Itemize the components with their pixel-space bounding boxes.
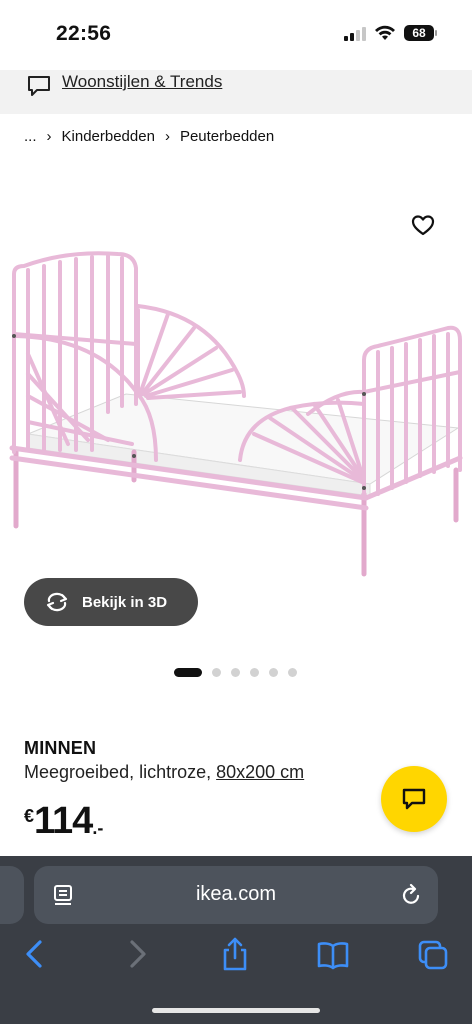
heart-icon[interactable]	[410, 212, 436, 238]
gallery-dot[interactable]	[288, 668, 297, 677]
view-in-3d-button[interactable]: Bekijk in 3D	[24, 578, 198, 626]
breadcrumb-item-kinderbedden[interactable]: Kinderbedden	[62, 128, 155, 145]
status-time: 22:56	[56, 22, 112, 45]
price-currency: €	[24, 806, 35, 826]
price-decimals: .-	[92, 818, 104, 838]
breadcrumb-separator: ›	[46, 128, 52, 145]
chat-icon	[402, 788, 426, 810]
wifi-icon	[375, 25, 395, 40]
breadcrumb-ellipsis[interactable]: ...	[24, 128, 37, 145]
back-icon[interactable]	[18, 936, 52, 972]
forward-icon[interactable]	[120, 936, 154, 972]
gallery-dot[interactable]	[269, 668, 278, 677]
chat-bubble-icon	[28, 76, 50, 96]
gallery-dot[interactable]	[174, 668, 202, 677]
share-icon[interactable]	[218, 936, 252, 972]
bookmarks-icon[interactable]	[316, 936, 350, 972]
price-amount: 114	[34, 800, 93, 842]
status-icons: 68	[344, 25, 437, 41]
product-size-link[interactable]: 80x200 cm	[216, 762, 304, 782]
previous-tab[interactable]	[0, 866, 24, 924]
browser-toolbar	[0, 936, 472, 980]
cellular-signal-icon	[344, 25, 366, 41]
breadcrumb-separator: ›	[164, 128, 170, 145]
battery-icon: 68	[404, 25, 437, 41]
url-text: ikea.com	[195, 883, 277, 905]
gallery-dot[interactable]	[231, 668, 240, 677]
inspiration-banner[interactable]: Woonstijlen & Trends	[0, 70, 472, 114]
reload-icon[interactable]	[400, 883, 422, 907]
product-image[interactable]	[8, 244, 466, 584]
view-in-3d-label: Bekijk in 3D	[82, 593, 168, 611]
status-bar: 22:56 68	[0, 0, 472, 70]
product-description: Meegroeibed, lichtroze, 80x200 cm	[24, 762, 304, 783]
rotate-3d-icon	[46, 592, 68, 612]
inspiration-link[interactable]: Woonstijlen & Trends	[62, 72, 222, 92]
gallery-dot[interactable]	[250, 668, 259, 677]
browser-chrome: ikea.com	[0, 856, 472, 1024]
tabs-icon[interactable]	[416, 936, 450, 972]
product-price: € 114 .-	[24, 800, 103, 843]
gallery-dot[interactable]	[212, 668, 221, 677]
breadcrumb-item-peuterbedden[interactable]: Peuterbedden	[180, 128, 274, 145]
product-name: MINNEN	[24, 738, 97, 758]
address-bar[interactable]: ikea.com	[34, 866, 438, 924]
home-indicator	[152, 1008, 320, 1013]
chat-button[interactable]	[381, 766, 447, 832]
product-description-text: Meegroeibed, lichtroze,	[24, 762, 212, 782]
breadcrumb: ... › Kinderbedden › Peuterbedden	[24, 128, 274, 145]
gallery-indicator	[174, 668, 297, 677]
